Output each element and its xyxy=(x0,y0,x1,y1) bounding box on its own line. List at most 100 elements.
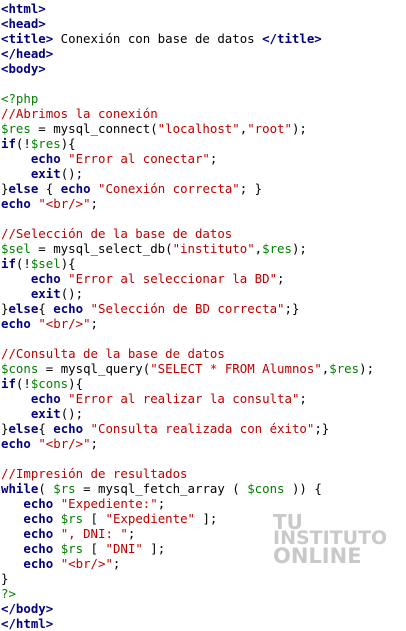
code-string: "SELECT * FROM Alumnos" xyxy=(150,361,322,376)
code-text: ; xyxy=(90,196,98,211)
code-line: </head> xyxy=(1,46,406,61)
code-string: "<br/>" xyxy=(38,436,91,451)
code-variable: $cons xyxy=(247,481,285,496)
code-line: $res = mysql_connect("localhost","root")… xyxy=(1,121,406,136)
code-keyword: echo xyxy=(23,496,54,511)
watermark-line-3: ONLINE xyxy=(273,544,362,568)
code-comment: //Abrimos la conexión xyxy=(1,106,158,121)
code-line: exit(); xyxy=(1,406,406,421)
code-text: (); xyxy=(60,286,84,301)
code-text: = mysql_select_db( xyxy=(30,241,173,256)
code-text: = mysql_connect( xyxy=(30,121,158,136)
code-line: //Selección de la base de datos xyxy=(1,226,406,241)
code-keyword: echo xyxy=(60,181,91,196)
code-text: = mysql_fetch_array ( xyxy=(75,481,248,496)
code-text: ); xyxy=(291,121,307,136)
code-keyword: exit xyxy=(30,166,61,181)
code-text: Conexión con base de datos xyxy=(53,31,263,46)
php-delimiter: <?php xyxy=(1,91,39,106)
code-text: ){ xyxy=(60,136,76,151)
code-keyword: echo xyxy=(23,511,54,526)
code-text: (); xyxy=(60,406,84,421)
code-text: } xyxy=(1,571,9,586)
code-comment: //Impresión de resultados xyxy=(1,466,188,481)
code-keyword: else xyxy=(8,181,39,196)
code-keyword: echo xyxy=(1,196,31,211)
code-text: ; xyxy=(90,316,98,331)
code-line: //Abrimos la conexión xyxy=(1,106,406,121)
code-string: "Expediente:" xyxy=(60,496,158,511)
html-tag: <html> xyxy=(1,1,46,16)
code-variable: $sel xyxy=(1,241,31,256)
code-keyword: if xyxy=(1,256,16,271)
code-keyword: echo xyxy=(30,391,61,406)
code-keyword: echo xyxy=(1,436,31,451)
code-line: if(!$res){ xyxy=(1,136,406,151)
code-line: $cons = mysql_query("SELECT * FROM Alumn… xyxy=(1,361,406,376)
code-text: ; xyxy=(299,391,307,406)
code-keyword: if xyxy=(1,136,16,151)
html-tag: <title> xyxy=(1,31,54,46)
code-string: "Error al conectar" xyxy=(68,151,210,166)
code-variable: $cons xyxy=(1,361,39,376)
code-text: ; xyxy=(90,436,98,451)
code-text: ); xyxy=(359,361,375,376)
code-string: "<br/>" xyxy=(60,556,113,571)
code-string: "<br/>" xyxy=(38,316,91,331)
code-comment: //Consulta de la base de datos xyxy=(1,346,225,361)
code-variable: $rs xyxy=(53,481,76,496)
code-keyword: echo xyxy=(53,301,84,316)
code-line: }else { echo "Conexión correcta"; } xyxy=(1,181,406,196)
code-string: "instituto" xyxy=(172,241,255,256)
code-string: "Conexión correcta" xyxy=(98,181,240,196)
code-keyword: echo xyxy=(30,151,61,166)
html-tag: <head> xyxy=(1,16,46,31)
code-text: ; } xyxy=(239,181,263,196)
code-text: (); xyxy=(60,166,84,181)
code-line: //Impresión de resultados xyxy=(1,466,406,481)
php-delimiter: ?> xyxy=(1,586,16,601)
code-keyword: echo xyxy=(23,556,54,571)
code-variable: $res xyxy=(262,241,292,256)
code-keyword: echo xyxy=(53,421,84,436)
code-variable: $rs xyxy=(60,511,84,526)
code-text: = mysql_query( xyxy=(38,361,151,376)
code-line: if(!$cons){ xyxy=(1,376,406,391)
code-line: exit(); xyxy=(1,286,406,301)
code-keyword: if xyxy=(1,376,16,391)
code-line: </body> xyxy=(1,601,406,616)
code-line: if(!$sel){ xyxy=(1,256,406,271)
code-text: )) { xyxy=(284,481,322,496)
code-text: { xyxy=(38,181,61,196)
code-line: <body> xyxy=(1,61,406,76)
code-line: //Consulta de la base de datos xyxy=(1,346,406,361)
html-tag: </html> xyxy=(1,616,54,631)
watermark-logo: TU INSTITUTO ONLINE xyxy=(265,512,387,568)
code-string: "<br/>" xyxy=(38,196,91,211)
code-text: [ xyxy=(83,541,106,556)
code-text: ; xyxy=(277,271,285,286)
code-variable: $res xyxy=(30,136,61,151)
code-keyword: exit xyxy=(30,286,61,301)
code-line: <title> Conexión con base de datos </tit… xyxy=(1,31,406,46)
code-comment: //Selección de la base de datos xyxy=(1,226,233,241)
code-text: ){ xyxy=(60,256,76,271)
code-keyword: else xyxy=(8,421,39,436)
html-tag: </title> xyxy=(262,31,322,46)
code-line: <head> xyxy=(1,16,406,31)
code-line: exit(); xyxy=(1,166,406,181)
